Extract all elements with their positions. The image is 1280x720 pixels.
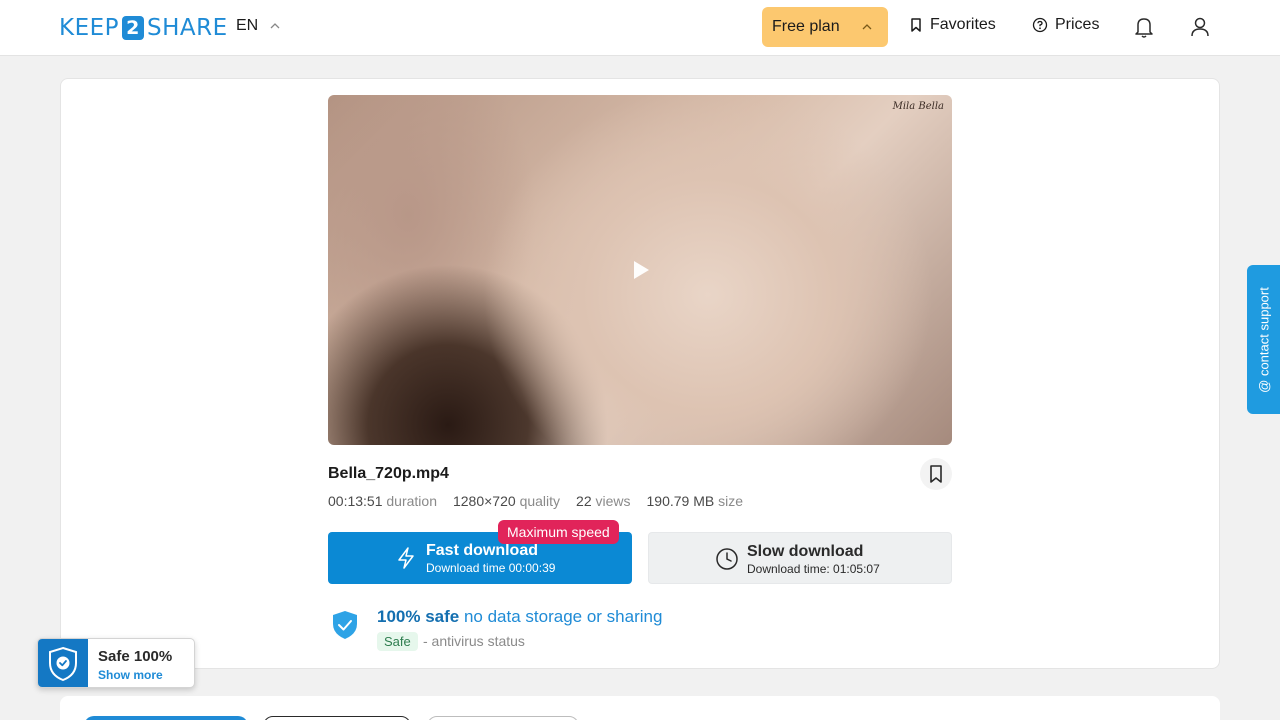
safety-headline-strong: 100% safe	[377, 607, 460, 626]
add-to-favorites-button[interactable]	[920, 458, 952, 490]
clock-icon	[716, 548, 738, 570]
file-name: Bella_720p.mp4	[328, 465, 449, 482]
fast-download-time: Download time 00:00:39	[426, 561, 556, 575]
tab-pill-3[interactable]	[427, 716, 579, 720]
bookmark-icon	[911, 18, 921, 32]
views-label: views	[595, 493, 631, 509]
chevron-up-icon	[862, 24, 872, 30]
play-icon[interactable]	[634, 261, 649, 279]
maximum-speed-badge: Maximum speed	[498, 520, 619, 544]
language-selector[interactable]: EN	[236, 17, 280, 35]
slow-download-time: Download time: 01:05:07	[747, 562, 880, 576]
shield-check-icon	[49, 646, 77, 682]
size-label: size	[718, 493, 744, 509]
lightning-icon	[398, 547, 414, 569]
prices-label: Prices	[1055, 16, 1100, 33]
safe-widget-icon-box	[38, 639, 88, 687]
bookmark-icon	[930, 465, 942, 483]
top-header: KEEP 2 SHARE EN Free plan Favorites Pric…	[0, 0, 1280, 56]
logo-text-share: SHARE	[147, 14, 228, 41]
safety-headline: 100% safe no data storage or sharing	[377, 607, 662, 627]
quality-label: quality	[519, 493, 561, 509]
free-plan-button[interactable]: Free plan	[762, 7, 888, 47]
size-value: 190.79 MB	[646, 493, 715, 509]
safe-widget-title: Safe 100%	[98, 648, 173, 665]
tab-pill-1[interactable]	[84, 716, 248, 720]
contact-support-tab[interactable]: @ contact support	[1247, 265, 1280, 414]
chevron-up-icon	[270, 23, 280, 29]
duration-label: duration	[386, 493, 437, 509]
prices-link[interactable]: Prices	[1032, 16, 1099, 34]
meta-views: 22 views	[576, 493, 630, 509]
meta-duration: 00:13:51 duration	[328, 493, 437, 509]
fast-download-title: Fast download	[426, 542, 538, 559]
logo-text-keep: KEEP	[59, 14, 120, 41]
show-more-link[interactable]: Show more	[98, 668, 163, 682]
duration-value: 00:13:51	[328, 493, 383, 509]
file-meta: 00:13:51 duration 1280×720 quality 22 vi…	[328, 493, 759, 509]
logo-text-2: 2	[122, 15, 145, 40]
keep2share-logo[interactable]: KEEP 2 SHARE	[59, 14, 228, 41]
language-label: EN	[236, 17, 259, 34]
slow-download-button[interactable]: Slow download Download time: 01:05:07	[648, 532, 952, 584]
antivirus-status-text: - antivirus status	[423, 633, 525, 649]
question-circle-icon	[1032, 17, 1048, 33]
slow-download-title: Slow download	[747, 543, 864, 560]
video-watermark: Mila Bella	[892, 101, 944, 112]
quality-value: 1280×720	[452, 493, 516, 509]
safety-headline-rest: no data storage or sharing	[463, 607, 663, 626]
views-value: 22	[576, 493, 592, 509]
bell-icon[interactable]	[1133, 15, 1155, 39]
plan-label: Free plan	[772, 18, 840, 35]
user-icon[interactable]	[1189, 15, 1211, 39]
contact-support-label: @ contact support	[1256, 286, 1271, 393]
favorites-label: Favorites	[930, 16, 996, 33]
favorites-link[interactable]: Favorites	[909, 16, 996, 34]
shield-check-icon	[333, 611, 357, 639]
video-preview[interactable]: Mila Bella	[328, 95, 952, 445]
antivirus-safe-badge: Safe	[377, 632, 418, 651]
tab-pill-2[interactable]	[263, 716, 411, 720]
meta-size: 190.79 MB size	[647, 493, 744, 509]
meta-quality: 1280×720 quality	[453, 493, 560, 509]
safe-widget[interactable]: Safe 100% Show more	[37, 638, 195, 688]
